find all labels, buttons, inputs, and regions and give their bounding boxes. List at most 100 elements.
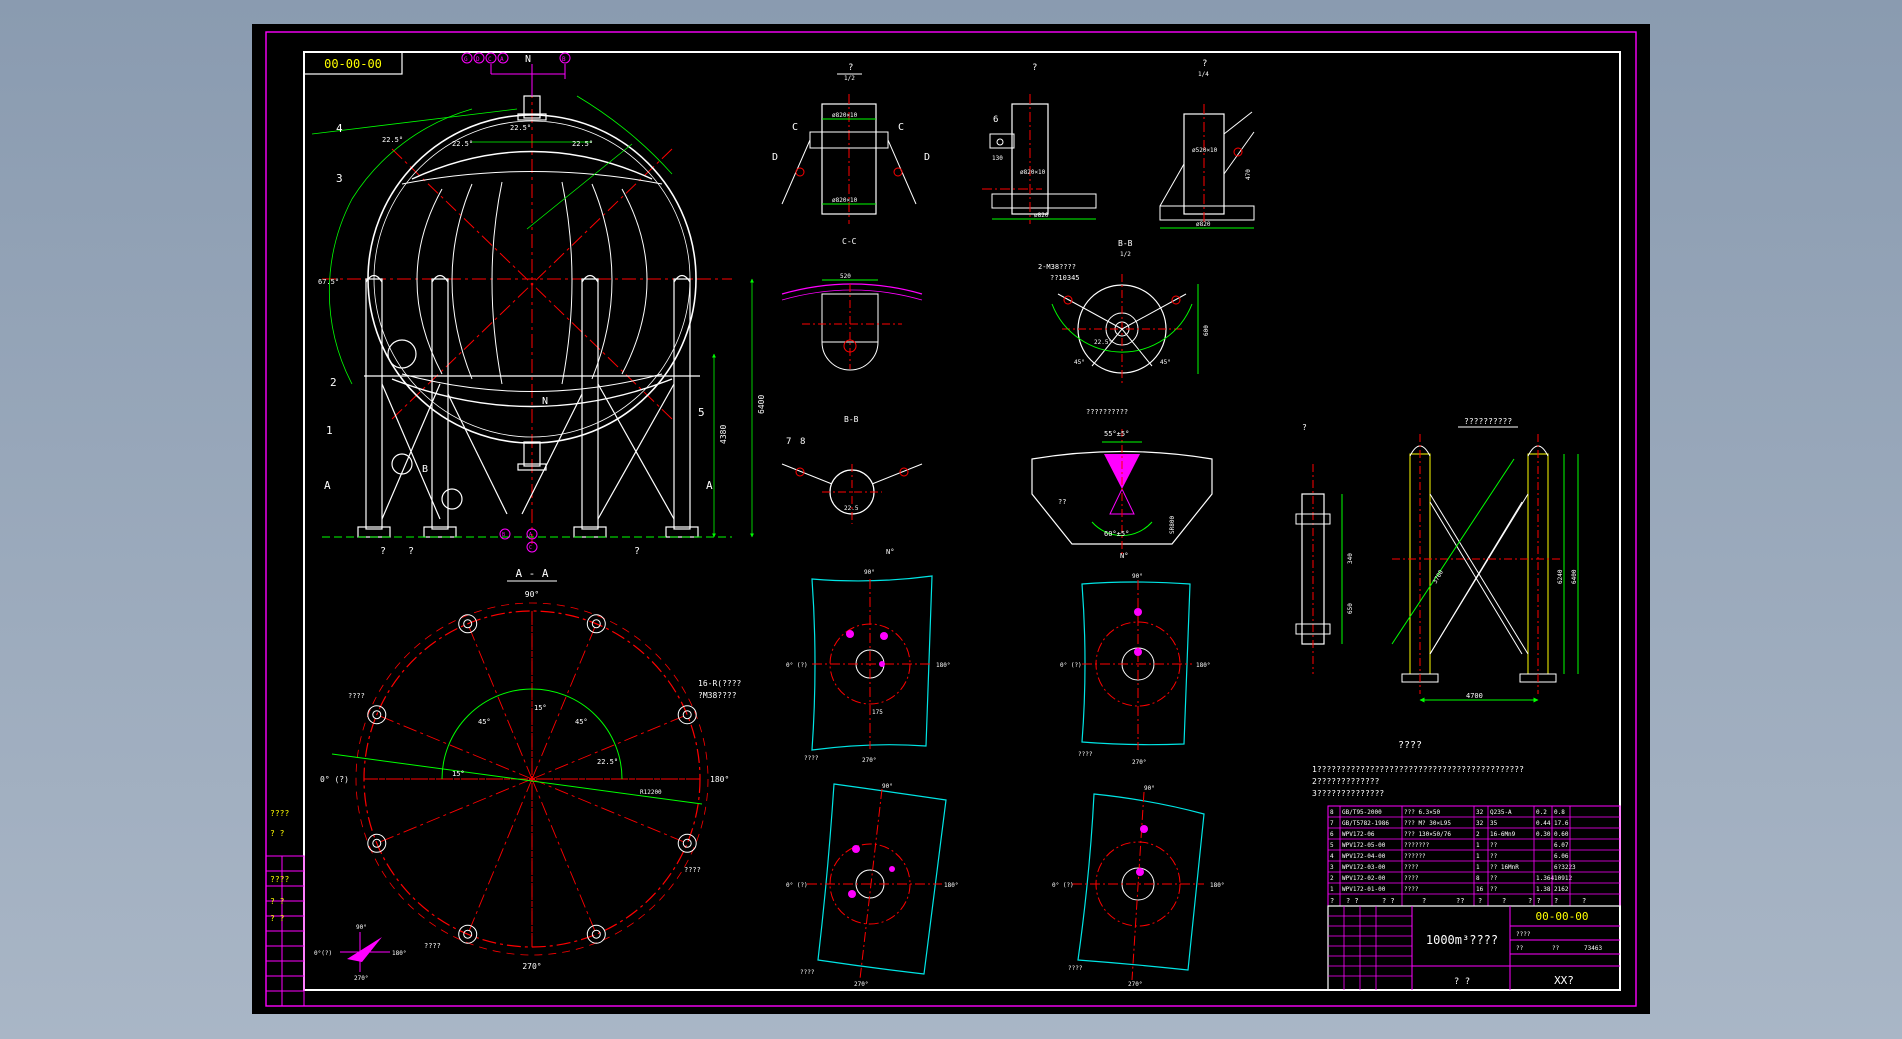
parts-cell: 3 <box>1330 864 1334 871</box>
bb-angle-3: 22.5° <box>1094 339 1112 346</box>
title-main: 1000m³???? <box>1426 933 1498 947</box>
parts-header-cell: ? ? <box>1382 897 1395 905</box>
title-drawn: ? ? <box>1454 977 1470 987</box>
notes-heading: ???? <box>1398 740 1422 751</box>
rev-label-3: ???? <box>270 875 289 884</box>
part-ref-5: 5 <box>698 406 705 419</box>
plan-angle-0: 0° (?) <box>320 775 349 784</box>
parts-cell: GB/T5782-1986 <box>1342 820 1389 827</box>
plan-note-1: 16-R(???? <box>698 679 742 688</box>
compass-180: 180° <box>392 950 406 957</box>
detail-bb2: B-B 7 8 22.5 <box>781 415 923 524</box>
weld-angle-top: 55°±5° <box>1104 430 1129 438</box>
title-extra-1: ???? <box>1516 931 1531 938</box>
nozzle-N: N <box>525 54 531 65</box>
rev-label-5: ? ? <box>270 914 285 923</box>
north-compass: 90° 180° 270° 0°(?) <box>314 924 406 982</box>
title-code: 00-00-00 <box>1536 910 1589 923</box>
parts-cell: 0.60 <box>1554 831 1569 838</box>
parts-cell: 6 <box>1330 831 1334 838</box>
plan-angle-22: 22.5° <box>597 758 618 766</box>
plate1-dim: 175 <box>872 709 883 716</box>
leg-pad-bolt <box>682 838 692 848</box>
detail-top-3: ? 1/4 ø520×10 ø820 470 <box>1159 59 1255 229</box>
plan-radial <box>531 778 688 844</box>
detail-bb: B-B 1/2 2-M38???? ??10345 45° 45° 22.5° … <box>1038 239 1210 384</box>
detail2-ref-6: 6 <box>993 115 998 125</box>
nozzle-C: C <box>488 56 492 63</box>
plate2-90: 90° <box>1132 573 1143 580</box>
dim-4380: 4380 <box>719 425 728 444</box>
angle-3: 22.5° <box>572 140 593 148</box>
detail3-title: ? <box>1202 59 1207 69</box>
bb2-ref-7: 7 <box>786 437 791 447</box>
detail3-dim-2: ø820 <box>1196 221 1211 228</box>
angle-5: 67.5° <box>318 278 339 286</box>
parts-cell: 6.06 <box>1554 853 1569 860</box>
leg-dim-h1: 6240 <box>1557 569 1564 584</box>
bb-angle-1: 45° <box>1074 359 1085 366</box>
section-C-left: C <box>792 122 798 133</box>
nozzle-plates: N° N° 90° 270° 180° 0° (?) ???? 175 90° … <box>786 548 1224 988</box>
notes-line-2: 2????????????? <box>1312 777 1380 786</box>
plate4-0: 0° (?) <box>1052 882 1074 889</box>
plate2-270: 270° <box>1132 759 1146 766</box>
parts-cell: 0.44 <box>1536 820 1551 827</box>
plan-note-4: ???? <box>684 866 701 874</box>
parts-cell: 0.8 <box>1554 809 1565 816</box>
plate3-180: 180° <box>944 882 958 889</box>
leg-left-title: ? <box>1302 423 1307 432</box>
parts-cell: 2 <box>1330 875 1334 882</box>
drawing-canvas: ???? ? ? ???? ? ? ? ? 00-00-00 N G D C A… <box>252 24 1650 1014</box>
revision-block: ???? ? ? ???? ? ? ? ? <box>265 809 305 1007</box>
plan-radial <box>531 623 597 780</box>
section-D-right: D <box>924 152 930 163</box>
parts-cell: 16 <box>1476 886 1484 893</box>
parts-cell: 7 <box>1330 820 1334 827</box>
detail3-dim-1: ø520×10 <box>1192 147 1218 154</box>
plan-view: A - A 90° 270° 180° 0° (?) 15° 45° 45° 2… <box>314 567 742 982</box>
rev-label-4: ? ? <box>270 897 285 906</box>
plate1-note: ???? <box>804 755 819 762</box>
bottom-mark-B: B <box>502 532 505 538</box>
nozzle-D: D <box>476 56 480 63</box>
technical-notes: ???? 1??????????????????????????????????… <box>1312 740 1524 798</box>
section-D-left: D <box>772 152 778 163</box>
parts-cell: ??????? <box>1404 842 1430 849</box>
parts-cell: 17.6 <box>1554 820 1569 827</box>
plan-note-2: ?M38???? <box>698 691 737 700</box>
plan-angle-180: 180° <box>710 775 729 784</box>
cc-dim: 520 <box>840 273 851 280</box>
part-ref-1: 1 <box>326 424 333 437</box>
detail3-scale: 1/4 <box>1198 71 1209 78</box>
parts-cell: ??? 6.3×50 <box>1404 809 1441 816</box>
detail1-dim-bot: ø820×10 <box>832 197 858 204</box>
parts-cell: 1.38 <box>1536 886 1551 893</box>
parts-cell: WPV172-05-00 <box>1342 842 1386 849</box>
dim-6400: 6400 <box>757 395 766 414</box>
parts-table: 8 GB/T95-2000??? 6.3×50 32 Q235-A 0.2 0.87 GB/… <box>1327 805 1621 907</box>
parts-header-cell: ? <box>1582 897 1586 905</box>
plate1-0: 0° (?) <box>786 662 808 669</box>
parts-header-cell: ? <box>1478 897 1482 905</box>
compass-90: 90° <box>356 924 367 931</box>
section-B: B <box>422 464 428 475</box>
plate1-180: 180° <box>936 662 950 669</box>
nozzle-B: B <box>562 56 566 63</box>
parts-cell: 5 <box>1330 842 1334 849</box>
parts-cell: 6?3223 <box>1554 864 1576 871</box>
detail2-title: ? <box>1032 63 1037 73</box>
plan-angle-15b: 15° <box>534 704 547 712</box>
bb-angle-2: 45° <box>1160 359 1171 366</box>
leg-side-dim-2: 650 <box>1347 603 1354 614</box>
part-ref-q1: ? <box>380 546 386 557</box>
leg-pad <box>677 705 697 725</box>
leg-pad-bolt <box>682 710 692 720</box>
plan-angle-45b: 45° <box>575 718 588 726</box>
bb-note-1: 2-M38???? <box>1038 263 1076 271</box>
angle-1: 22.5° <box>510 124 531 132</box>
detail1-title: ? <box>848 63 853 73</box>
parts-cell: WPV172-06 <box>1342 831 1375 838</box>
plan-note-3: ???? <box>348 692 365 700</box>
weld-note: ?? <box>1058 498 1066 506</box>
